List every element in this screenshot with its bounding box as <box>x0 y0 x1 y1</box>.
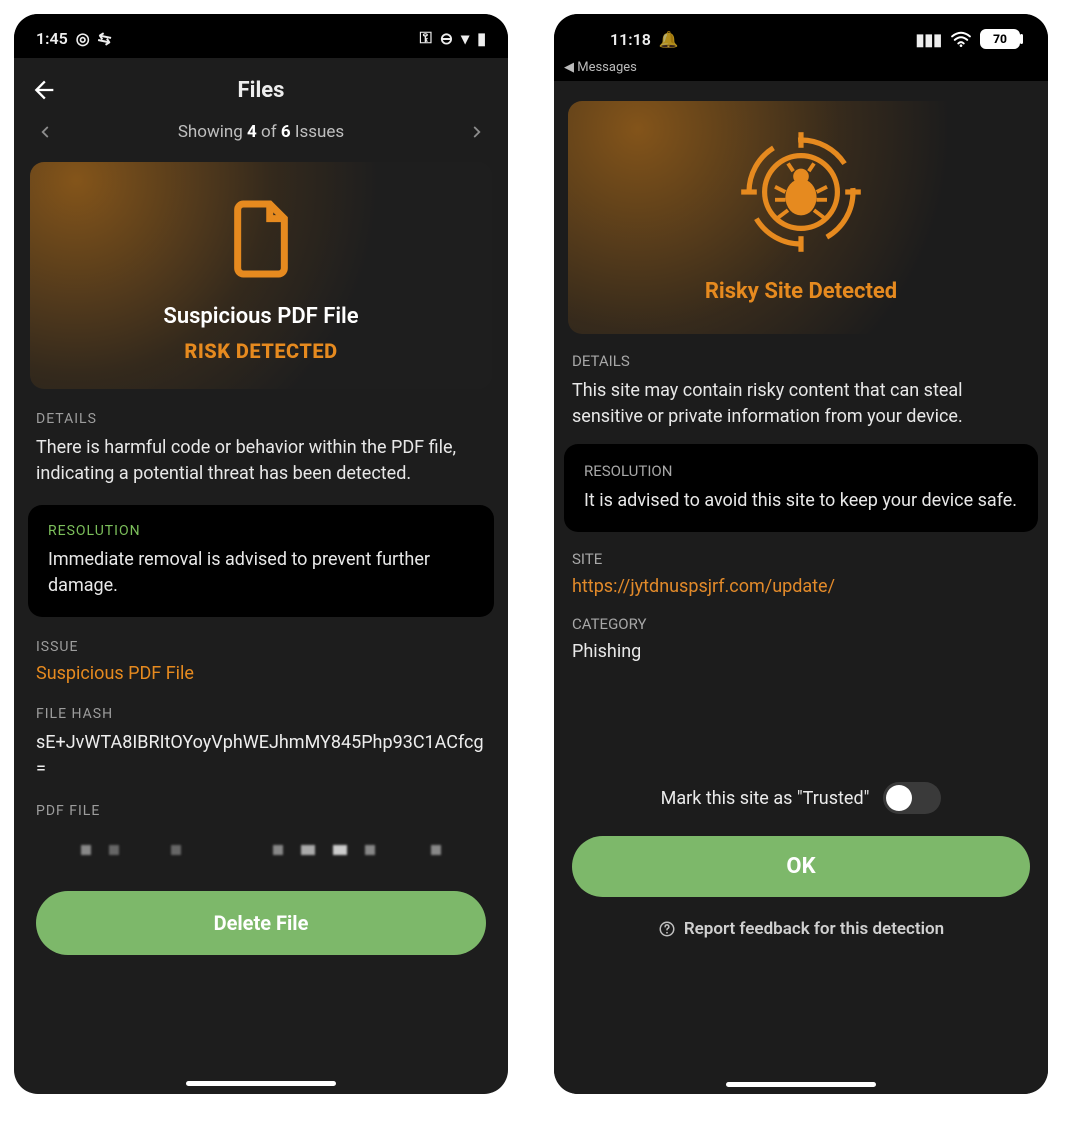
details-label: DETAILS <box>36 411 486 427</box>
risk-status: RISK DETECTED <box>42 339 480 363</box>
site-label: SITE <box>572 550 1030 568</box>
resolution-section: RESOLUTION It is advised to avoid this s… <box>564 444 1038 532</box>
home-indicator[interactable] <box>186 1081 336 1086</box>
issue-label: ISSUE <box>36 639 486 655</box>
mark-trusted-label: Mark this site as "Trusted" <box>661 788 870 809</box>
bug-target-icon <box>736 127 866 257</box>
threat-hero-card: Suspicious PDF File RISK DETECTED <box>30 162 492 389</box>
battery-icon: ▮ <box>477 29 486 48</box>
hash-section: FILE HASH sE+JvWTA8IBRItOYoyVphWEJhmMY84… <box>14 706 508 780</box>
pdf-file-label: PDF FILE <box>36 803 486 819</box>
resolution-label: RESOLUTION <box>584 462 1018 480</box>
threat-name: Suspicious PDF File <box>42 304 480 329</box>
screen-header: Files <box>14 58 508 118</box>
mask-icon: ◎ <box>76 29 90 48</box>
resolution-text: Immediate removal is advised to prevent … <box>48 547 474 599</box>
resolution-section: RESOLUTION Immediate removal is advised … <box>28 505 494 617</box>
resolution-label: RESOLUTION <box>48 523 474 539</box>
silent-icon: 🔔 <box>659 30 679 49</box>
wifi-icon: ▾ <box>461 29 469 48</box>
category-label: CATEGORY <box>572 615 1030 633</box>
issues-pager: Showing 4 of 6 Issues <box>14 118 508 156</box>
issues-count: Showing 4 of 6 Issues <box>178 122 344 142</box>
redacted-filename <box>36 845 486 855</box>
details-text: This site may contain risky content that… <box>572 378 1030 430</box>
page-title: Files <box>58 78 464 103</box>
hash-label: FILE HASH <box>36 706 486 722</box>
vpn-key-icon: ⚿ <box>420 28 432 48</box>
ios-risky-site-screen: 11:18 🔔 ▮▮▮ 70 ◀ Messages <box>554 14 1048 1094</box>
help-icon <box>658 920 676 938</box>
battery-indicator: 70 <box>980 29 1020 49</box>
report-feedback-label: Report feedback for this detection <box>684 919 944 939</box>
category-section: CATEGORY Phishing <box>554 615 1048 662</box>
threat-hero-card: Risky Site Detected <box>568 101 1034 334</box>
signal-icon: ▮▮▮ <box>916 30 942 49</box>
ok-button[interactable]: OK <box>572 836 1030 897</box>
back-arrow-icon[interactable] <box>30 76 58 104</box>
issue-section: ISSUE Suspicious PDF File <box>14 639 508 684</box>
issue-value: Suspicious PDF File <box>36 663 486 684</box>
android-files-screen: 1:45 ◎ ⇆ ⚿ ⊖ ▾ ▮ Files Showing 4 of 6 Is… <box>14 14 508 1094</box>
category-value: Phishing <box>572 641 1030 662</box>
status-bar: 11:18 🔔 ▮▮▮ 70 <box>554 14 1048 58</box>
pdf-file-section: PDF FILE <box>14 803 508 855</box>
details-section: DETAILS This site may contain risky cont… <box>554 352 1048 430</box>
status-time: 1:45 <box>36 29 68 48</box>
site-url[interactable]: https://jytdnuspsjrf.com/update/ <box>572 576 1030 597</box>
file-icon <box>226 196 296 282</box>
hash-value: sE+JvWTA8IBRItOYoyVphWEJhmMY845Php93C1AC… <box>36 730 486 780</box>
site-section: SITE https://jytdnuspsjrf.com/update/ <box>554 550 1048 597</box>
details-section: DETAILS There is harmful code or behavio… <box>14 411 508 487</box>
details-label: DETAILS <box>572 352 1030 370</box>
home-indicator[interactable] <box>726 1082 876 1087</box>
resolution-text: It is advised to avoid this site to keep… <box>584 488 1018 514</box>
mark-trusted-toggle[interactable] <box>883 782 941 814</box>
detection-sheet: Risky Site Detected DETAILS This site ma… <box>554 85 1048 1094</box>
threat-title: Risky Site Detected <box>580 279 1022 304</box>
wifi-alt-icon: ⇆ <box>96 27 113 48</box>
wifi-icon <box>950 31 972 47</box>
delete-file-button[interactable]: Delete File <box>36 891 486 955</box>
next-issue-button[interactable] <box>468 123 486 141</box>
dnd-icon: ⊖ <box>440 29 453 48</box>
breadcrumb-back[interactable]: ◀ Messages <box>554 58 1048 81</box>
status-time: 11:18 <box>610 30 651 49</box>
details-text: There is harmful code or behavior within… <box>36 435 486 487</box>
mark-trusted-row: Mark this site as "Trusted" <box>554 782 1048 814</box>
status-bar: 1:45 ◎ ⇆ ⚿ ⊖ ▾ ▮ <box>14 14 508 58</box>
report-feedback-link[interactable]: Report feedback for this detection <box>554 919 1048 939</box>
prev-issue-button[interactable] <box>36 123 54 141</box>
